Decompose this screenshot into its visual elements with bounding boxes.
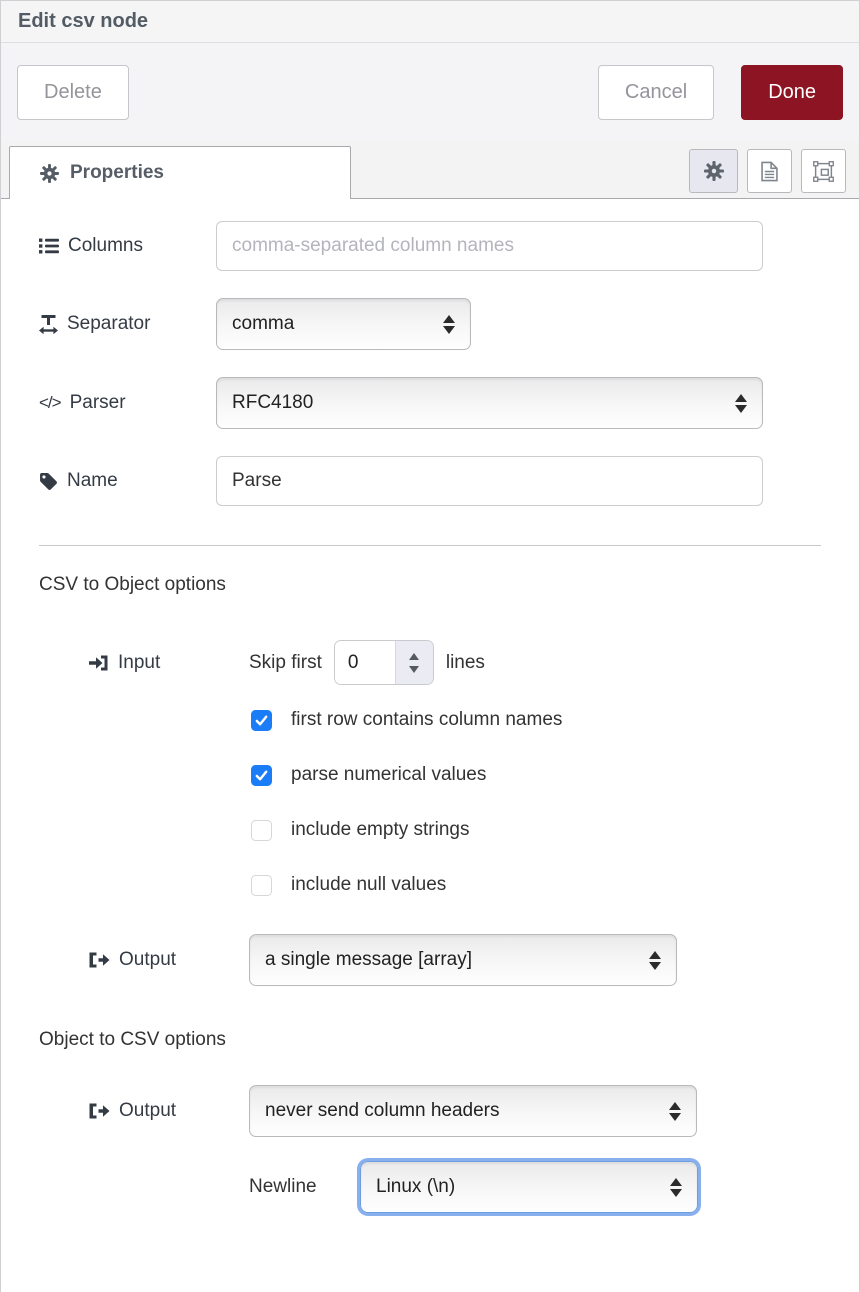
input-label: Input (1, 652, 249, 674)
separator-label: Separator (1, 313, 216, 335)
skip-first-field: Skip first 0 lines (249, 640, 485, 685)
sign-in-icon (89, 654, 109, 672)
separator-select[interactable]: comma (216, 298, 471, 350)
output-label: Output (1, 1100, 249, 1122)
tab-bar: Properties (1, 141, 859, 199)
checkbox-include-null-values[interactable] (251, 875, 272, 896)
skip-lines-stepper[interactable]: 0 (334, 640, 434, 685)
name-label: Name (1, 470, 216, 492)
cancel-button[interactable]: Cancel (598, 65, 714, 120)
done-button[interactable]: Done (741, 65, 843, 120)
delete-button[interactable]: Delete (17, 65, 129, 120)
object-to-csv-heading: Object to CSV options (39, 1029, 859, 1051)
obj2csv-output-row: Output never send column headers (1, 1085, 859, 1137)
tab-action-buttons (689, 149, 846, 193)
tab-properties-label: Properties (70, 162, 164, 184)
input-row: Input Skip first 0 lines (1, 640, 859, 685)
name-input[interactable] (216, 456, 763, 506)
tag-icon (39, 472, 58, 491)
checkbox-row: parse numerical values (251, 764, 859, 786)
sign-out-icon (89, 951, 110, 969)
list-icon (39, 238, 59, 254)
node-description-button[interactable] (747, 149, 792, 193)
select-arrows-icon (735, 394, 747, 413)
node-appearance-button[interactable] (801, 149, 846, 193)
columns-label: Columns (1, 235, 216, 257)
checkbox-row: first row contains column names (251, 709, 859, 731)
separator-row: Separator comma (1, 298, 859, 350)
checkbox-parse-numerical-values[interactable] (251, 765, 272, 786)
parser-label: </> Parser (1, 392, 216, 414)
newline-label: Newline (249, 1176, 360, 1198)
dialog-title: Edit csv node (18, 10, 148, 33)
gear-icon (40, 164, 59, 183)
csv-to-object-heading: CSV to Object options (39, 574, 859, 596)
code-icon: </> (39, 393, 61, 413)
parser-row: </> Parser RFC4180 (1, 377, 859, 429)
checkbox-row: include null values (251, 874, 859, 896)
output-label: Output (1, 949, 249, 971)
sign-out-icon (89, 1102, 110, 1120)
gear-icon (704, 161, 724, 181)
select-arrows-icon (649, 951, 661, 970)
document-icon (761, 161, 778, 182)
checkbox-row: include empty strings (251, 819, 859, 841)
node-properties-button[interactable] (689, 149, 738, 193)
select-arrows-icon (669, 1102, 681, 1121)
name-row: Name (1, 456, 859, 506)
columns-input[interactable] (216, 221, 763, 271)
appearance-icon (813, 161, 834, 182)
newline-row: Newline Linux (\n) (1, 1161, 859, 1213)
dialog-toolbar: Delete Cancel Done (1, 43, 859, 141)
skip-first-suffix: lines (446, 652, 485, 674)
section-divider (39, 545, 821, 546)
select-arrows-icon (670, 1178, 682, 1197)
toolbar-right-group: Cancel Done (598, 65, 843, 120)
csv2obj-output-select[interactable]: a single message [array] (249, 934, 677, 986)
properties-panel: Columns Separator comma (1, 199, 859, 1292)
dialog-header: Edit csv node (1, 1, 859, 43)
checkbox-include-empty-strings[interactable] (251, 820, 272, 841)
skip-first-prefix: Skip first (249, 652, 322, 674)
tab-properties[interactable]: Properties (9, 146, 351, 199)
skip-lines-value[interactable]: 0 (335, 641, 396, 684)
select-arrows-icon (443, 315, 455, 334)
obj2csv-output-select[interactable]: never send column headers (249, 1085, 697, 1137)
stepper-arrows-icon[interactable] (396, 641, 433, 684)
parser-select[interactable]: RFC4180 (216, 377, 763, 429)
checkbox-first-row-column-names[interactable] (251, 710, 272, 731)
text-width-icon (39, 315, 58, 334)
csv2obj-output-row: Output a single message [array] (1, 934, 859, 986)
edit-node-dialog: Edit csv node Delete Cancel Done (0, 0, 860, 1292)
columns-row: Columns (1, 221, 859, 271)
newline-select[interactable]: Linux (\n) (360, 1161, 698, 1213)
